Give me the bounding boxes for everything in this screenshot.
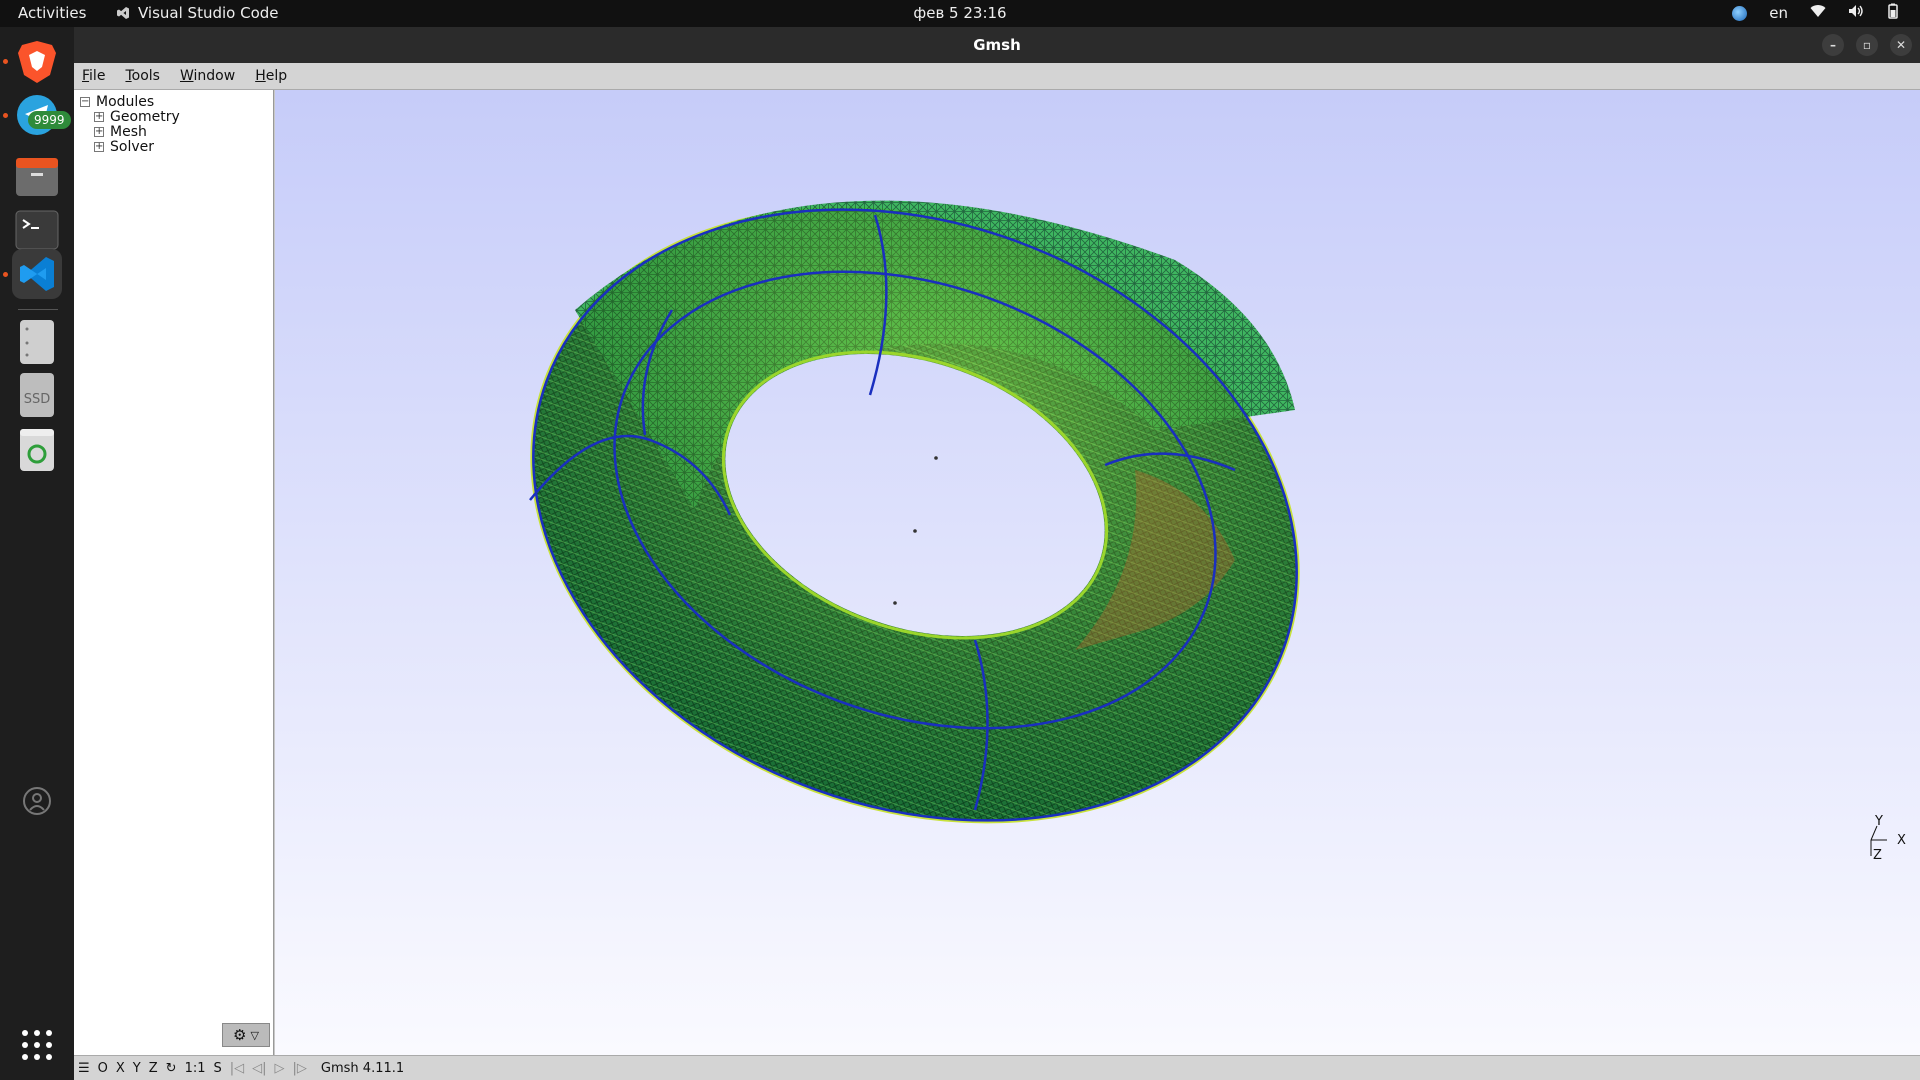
top-bar: Activities Visual Studio Code фев 5 23:1… [0, 0, 1920, 27]
activities-button[interactable]: Activities [18, 4, 86, 22]
gmsh-window: Gmsh – ▫ ✕ File Tools Window Help − Modu… [74, 27, 1920, 1080]
drive-icon[interactable] [12, 317, 62, 367]
menu-file[interactable]: File [82, 68, 105, 84]
select-button[interactable]: S [213, 1061, 221, 1076]
rotate-icon[interactable]: ↻ [166, 1061, 177, 1076]
minimize-button[interactable]: – [1822, 34, 1844, 56]
running-indicator [3, 113, 8, 118]
app-name: Visual Studio Code [138, 4, 279, 22]
mesh-point [893, 601, 897, 605]
trash-icon[interactable] [12, 425, 62, 475]
torus-surface [530, 200, 1300, 824]
vscode-icon[interactable] [12, 249, 62, 299]
system-tray[interactable]: en [1732, 3, 1900, 23]
terminal-icon[interactable] [12, 205, 62, 255]
menu-window[interactable]: Window [180, 68, 235, 84]
mesh-point [934, 456, 938, 460]
play-button[interactable]: ▷ [275, 1061, 285, 1076]
tree-item-geometry[interactable]: + Geometry [94, 109, 180, 125]
torus-mesh-render [529, 200, 1300, 824]
menu-help[interactable]: Help [255, 68, 287, 84]
view-x-button[interactable]: X [116, 1061, 125, 1076]
tree-label: Geometry [110, 109, 180, 125]
expand-icon[interactable]: + [94, 112, 104, 122]
tree-item-solver[interactable]: + Solver [94, 139, 154, 155]
wifi-icon[interactable] [1810, 4, 1826, 22]
volume-icon[interactable] [1848, 4, 1864, 22]
gear-icon: ⚙ [233, 1026, 247, 1044]
ssd-drive-icon[interactable]: SSD [12, 370, 62, 420]
running-indicator [3, 272, 8, 277]
menu-tools[interactable]: Tools [125, 68, 160, 84]
hamburger-icon[interactable]: ☰ [78, 1061, 90, 1076]
ssd-label: SSD [23, 392, 51, 407]
first-step-button[interactable]: |◁ [230, 1061, 244, 1076]
maximize-button[interactable]: ▫ [1856, 34, 1878, 56]
next-step-button[interactable]: |▷ [293, 1061, 307, 1076]
window-titlebar[interactable]: Gmsh – ▫ ✕ [74, 27, 1920, 63]
tree-label: Modules [96, 94, 155, 110]
mesh-point [913, 529, 917, 533]
tree-item-modules[interactable]: − Modules [80, 94, 154, 110]
tree-label: Solver [110, 139, 154, 155]
graphics-viewport[interactable]: Y X Z [275, 90, 1920, 1055]
dock-separator [18, 309, 58, 310]
prev-step-button[interactable]: ◁| [252, 1061, 266, 1076]
clock[interactable]: фев 5 23:16 [913, 4, 1006, 22]
options-button[interactable]: ⚙ ▽ [222, 1023, 270, 1047]
vscode-small-icon [117, 7, 129, 19]
close-button[interactable]: ✕ [1890, 34, 1912, 56]
globe-icon[interactable] [1732, 5, 1748, 21]
dropdown-arrow-icon: ▽ [250, 1028, 259, 1042]
view-y-button[interactable]: Y [133, 1061, 141, 1076]
module-tree: − Modules + Geometry + Mesh + Solver ⚙ ▽ [74, 90, 274, 1055]
version-label: Gmsh 4.11.1 [320, 1060, 405, 1076]
brave-browser-icon[interactable] [12, 37, 62, 87]
notification-badge: 9999 [28, 111, 71, 129]
status-bar: ☰ O X Y Z ↻ 1:1 S |◁ ◁| ▷ |▷ Gmsh 4.11.1 [74, 1055, 1920, 1080]
scale-button[interactable]: 1:1 [185, 1061, 206, 1076]
files-icon[interactable] [12, 152, 62, 202]
view-origin-button[interactable]: O [98, 1061, 108, 1076]
tree-label: Mesh [110, 124, 147, 140]
expand-icon[interactable]: + [94, 142, 104, 152]
show-apps-icon[interactable] [12, 1020, 62, 1070]
axis-lines [1870, 825, 1887, 856]
axis-x-label: X [1897, 833, 1906, 848]
tree-item-mesh[interactable]: + Mesh [94, 124, 147, 140]
collapse-icon[interactable]: − [80, 97, 90, 107]
dock: 9999 SSD [0, 27, 74, 1080]
language-indicator[interactable]: en [1769, 4, 1788, 22]
window-title: Gmsh [973, 36, 1021, 54]
running-indicator [3, 59, 8, 64]
view-z-button[interactable]: Z [149, 1061, 158, 1076]
expand-icon[interactable]: + [94, 127, 104, 137]
axis-gizmo: Y X Z [1865, 814, 1915, 864]
account-icon[interactable] [12, 776, 62, 826]
app-menu[interactable]: Visual Studio Code [116, 4, 279, 22]
menu-bar: File Tools Window Help [74, 63, 1920, 90]
power-icon[interactable] [1886, 3, 1900, 23]
